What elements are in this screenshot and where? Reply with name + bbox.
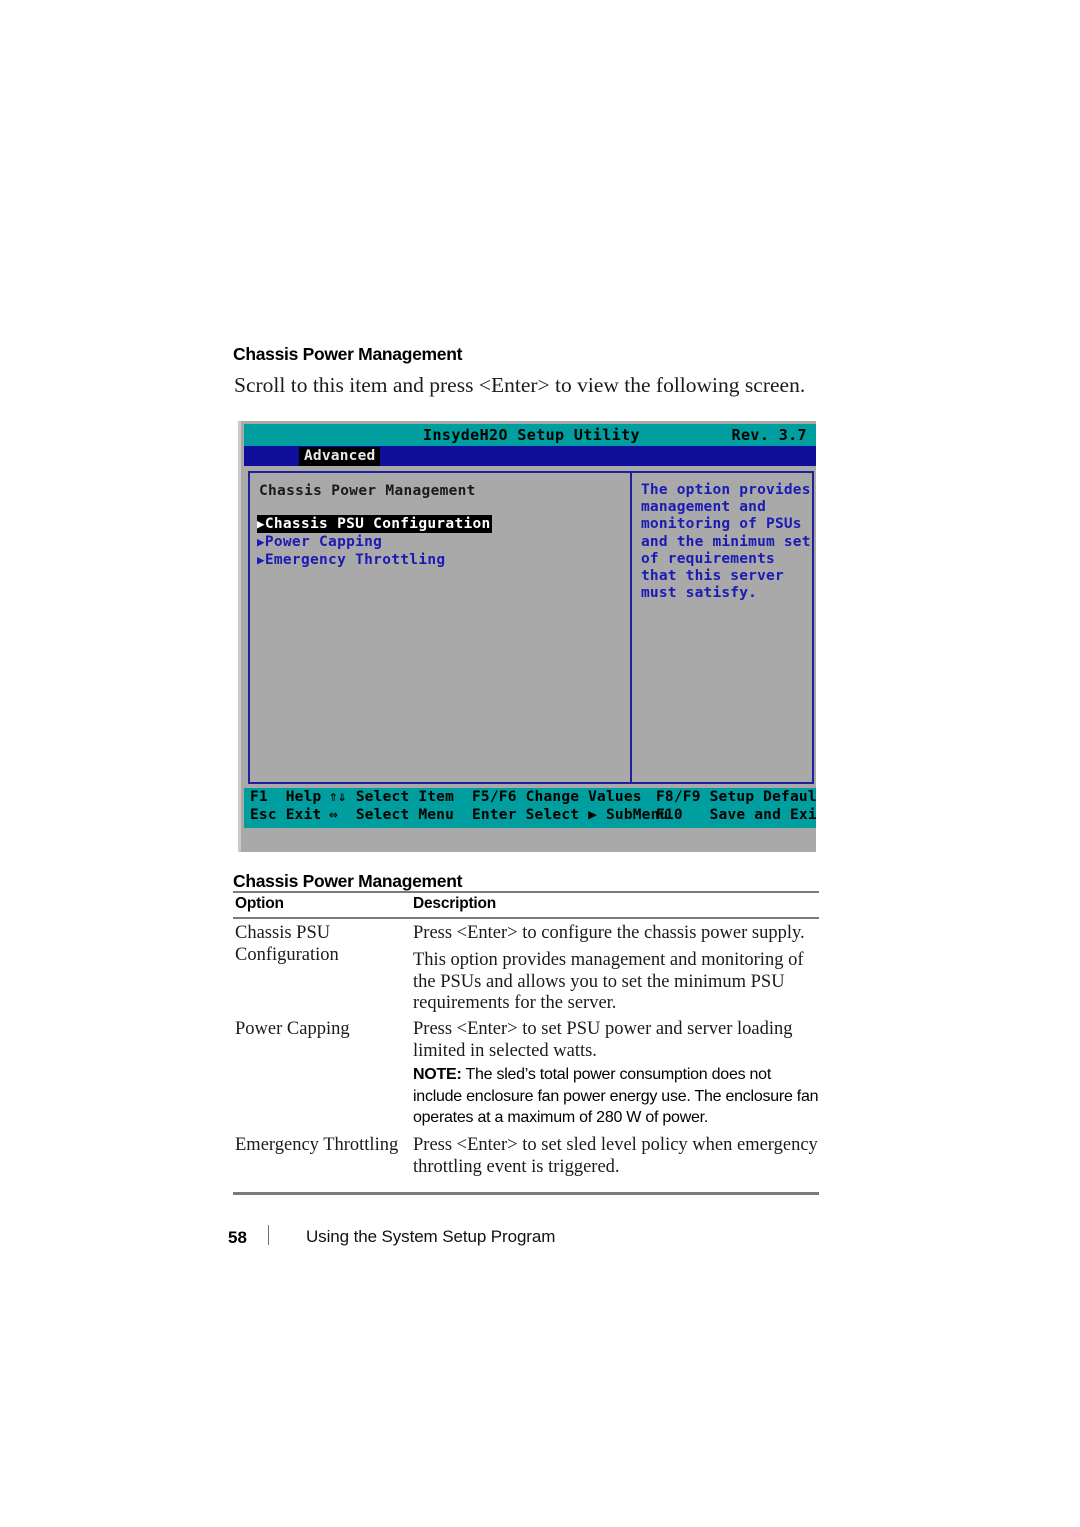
page-number: 58 <box>228 1228 247 1247</box>
bios-title: InsydeH2O Setup Utility <box>423 426 640 444</box>
bios-help-pane: The option provides management and monit… <box>633 473 813 782</box>
key-hint-select-menu: ⇔ Select Menu <box>329 807 455 823</box>
bios-menubar[interactable]: Advanced <box>244 446 816 466</box>
table-header-option: Option <box>235 895 284 912</box>
bios-pane-title: Chassis Power Management <box>259 483 476 499</box>
section-heading: Chassis Power Management <box>233 344 463 364</box>
bios-setup-screenshot: InsydeH2O Setup Utility Rev. 3.7 Advance… <box>238 421 816 852</box>
document-page: Chassis Power Management Scroll to this … <box>0 0 1080 1527</box>
note-text: The sled’s total power consumption does … <box>413 1066 819 1126</box>
table-rule-header <box>233 917 819 919</box>
table-row-option-power-capping: Power Capping <box>235 1019 350 1039</box>
bios-revision: Rev. 3.7 <box>731 426 807 444</box>
table-row-option-chassis-psu-configuration: Chassis PSU Configuration <box>235 923 339 965</box>
bios-item-chassis-psu-configuration[interactable]: ▶Chassis PSU Configuration <box>257 515 492 533</box>
table-title: Chassis Power Management <box>233 871 463 891</box>
key-hint-enter: Enter Select ▶ SubMenu <box>472 807 669 823</box>
bios-pane-divider <box>630 473 632 782</box>
bios-key-legend-row-2: Esc Exit ⇔ Select Menu Enter Select ▶ Su… <box>244 807 816 827</box>
running-head: Using the System Setup Program <box>306 1227 556 1246</box>
key-hint-f1: F1 Help <box>250 789 322 805</box>
table-rule-bottom <box>233 1192 819 1195</box>
table-row-desc-chassis-psu-1: Press <Enter> to configure the chassis p… <box>413 923 805 943</box>
bios-item-emergency-throttling[interactable]: ▶Emergency Throttling <box>257 551 446 569</box>
table-rule-top <box>233 891 819 893</box>
table-header-description: Description <box>413 895 497 912</box>
bios-body-panel: Chassis Power Management ▶Chassis PSU Co… <box>248 471 814 784</box>
table-row-note-power-capping: NOTE: The sled’s total power consumption… <box>413 1064 819 1129</box>
bios-key-legend: F1 Help ⇑⇓ Select Item F5/F6 Change Valu… <box>244 788 816 828</box>
key-hint-f5-f6: F5/F6 Change Values <box>472 789 642 805</box>
bios-help-text: The option provides management and monit… <box>641 482 811 602</box>
table-row-desc-chassis-psu-2: This option provides management and moni… <box>413 950 804 1013</box>
menu-tab-advanced[interactable]: Advanced <box>299 447 381 466</box>
table-row-option-emergency-throttling: Emergency Throttling <box>235 1135 399 1155</box>
submenu-arrow-icon: ▶ <box>257 516 265 531</box>
table-row-desc-emergency-throttling: Press <Enter> to set sled level policy w… <box>413 1135 818 1177</box>
bios-titlebar: InsydeH2O Setup Utility Rev. 3.7 <box>244 424 816 446</box>
submenu-arrow-icon: ▶ <box>257 534 265 549</box>
bios-item-power-capping[interactable]: ▶Power Capping <box>257 533 383 551</box>
key-hint-select-item: ⇑⇓ Select Item <box>329 789 455 805</box>
bios-item-label: Chassis PSU Configuration <box>264 516 491 532</box>
bios-item-label: Emergency Throttling <box>264 552 446 568</box>
table-row-desc-power-capping: Press <Enter> to set PSU power and serve… <box>413 1019 793 1061</box>
bios-menu-list: ▶Chassis PSU Configuration ▶Power Cappin… <box>257 515 627 569</box>
key-hint-f8-f9: F8/F9 Setup Defaults <box>656 789 816 805</box>
submenu-arrow-icon: ▶ <box>257 552 265 567</box>
bios-options-pane: Chassis Power Management ▶Chassis PSU Co… <box>250 473 630 782</box>
key-hint-f10: F10 Save and Exit <box>656 807 816 823</box>
bios-key-legend-row-1: F1 Help ⇑⇓ Select Item F5/F6 Change Valu… <box>244 789 816 809</box>
footer-separator <box>268 1225 269 1245</box>
bios-item-label: Power Capping <box>264 534 383 550</box>
section-lead-text: Scroll to this item and press <Enter> to… <box>234 373 806 397</box>
bios-screen: InsydeH2O Setup Utility Rev. 3.7 Advance… <box>244 421 816 852</box>
key-hint-esc: Esc Exit <box>250 807 322 823</box>
note-label: NOTE: <box>413 1066 462 1083</box>
